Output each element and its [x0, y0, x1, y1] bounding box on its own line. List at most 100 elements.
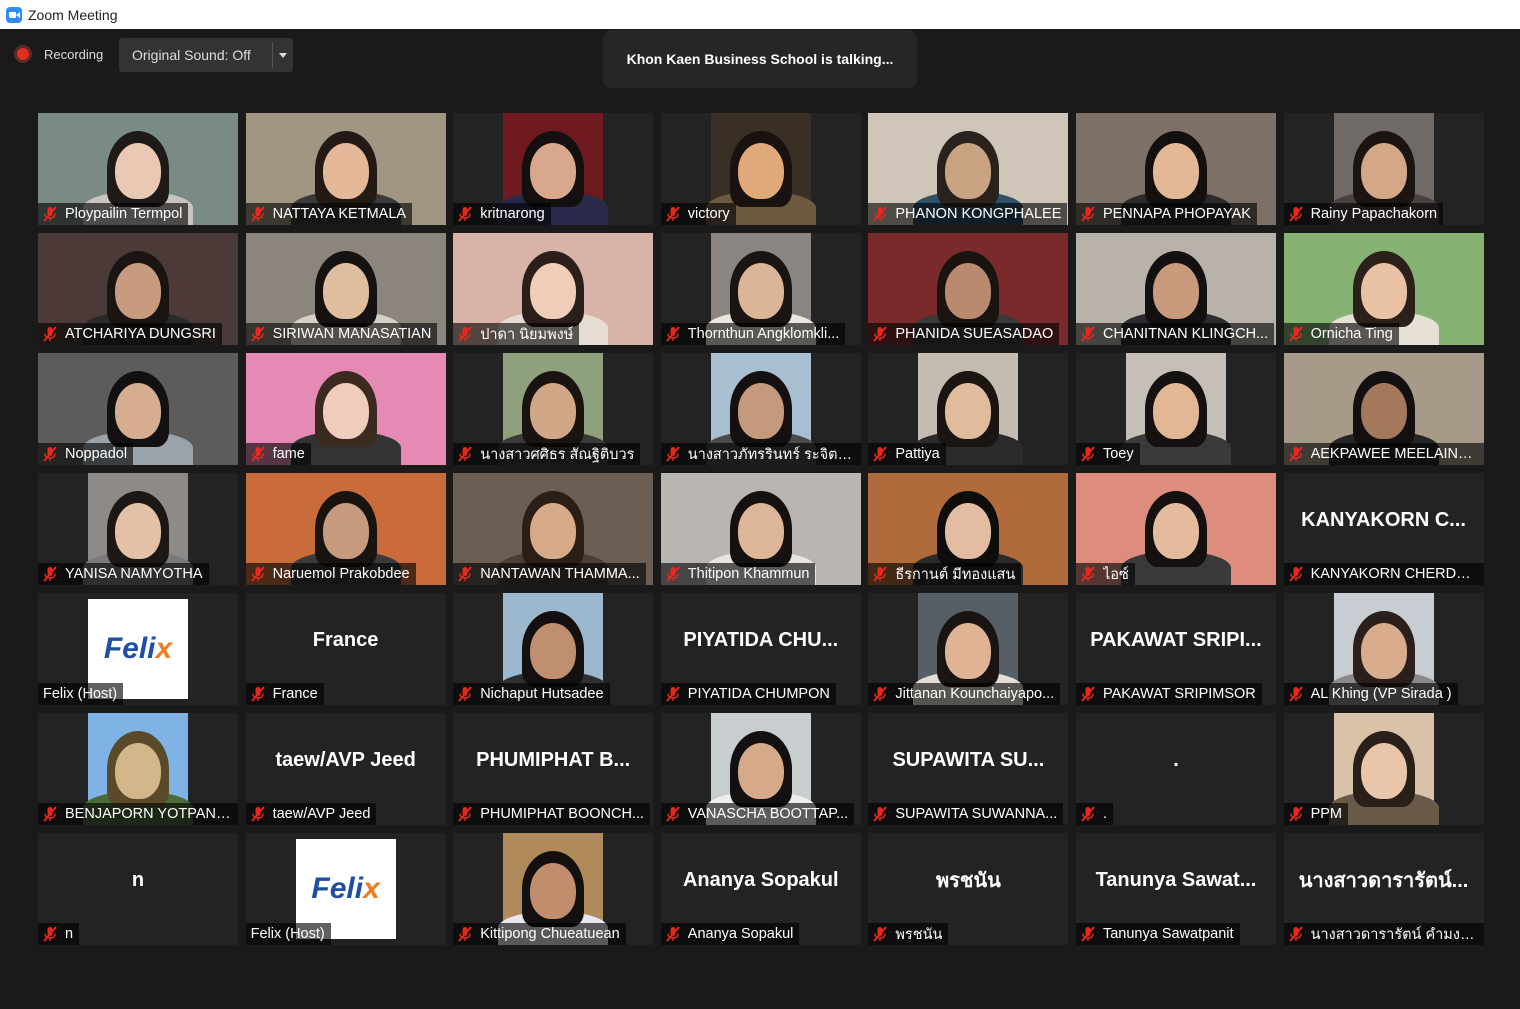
- muted-mic-icon: [1288, 926, 1304, 942]
- participant-tile[interactable]: Tanunya Sawat... Tanunya Sawatpanit: [1075, 833, 1276, 945]
- participant-name-label: Jittanan Kounchaiyapo...: [868, 683, 1061, 705]
- participant-tile[interactable]: Rainy Papachakorn: [1283, 113, 1484, 225]
- participant-tile[interactable]: Feli x Felix (Host): [245, 833, 446, 945]
- participant-tile[interactable]: fame: [245, 353, 446, 465]
- participant-name: Pattiya: [895, 446, 940, 462]
- participant-tile[interactable]: Ploypailin Termpol: [38, 113, 238, 225]
- participant-name: Ananya Sopakul: [687, 926, 794, 942]
- participant-name-label: นางสาวดารารัตน์ คำมงคล: [1283, 923, 1484, 945]
- participant-tile[interactable]: นางสาวภัทรรินทร์ ระจิตด...: [660, 353, 861, 465]
- participant-tile[interactable]: VANASCHA BOOTTAP...: [660, 713, 861, 825]
- participant-name: victory: [687, 206, 730, 222]
- participant-name-label: Ananya Sopakul: [660, 923, 800, 945]
- muted-mic-icon: [1080, 806, 1096, 822]
- participant-tile[interactable]: CHANITNAN KLINGCH...: [1075, 233, 1276, 345]
- participant-name: kritnarong: [480, 206, 545, 222]
- participant-name: Naruemol Prakobdee: [272, 566, 410, 582]
- participant-tile[interactable]: PHANIDA SUEASADAO: [868, 233, 1069, 345]
- participant-name-label: Ornicha Ting: [1283, 323, 1399, 345]
- participant-tile[interactable]: NANTAWAN THAMMA...: [453, 473, 654, 585]
- participant-name-label: PPM: [1283, 803, 1348, 825]
- participant-display-name: KANYAKORN C...: [1301, 508, 1466, 531]
- participant-tile[interactable]: ..: [1075, 713, 1276, 825]
- participant-tile[interactable]: victory: [660, 113, 861, 225]
- participant-name-label: นางสาวศศิธร สัณฐิติบวร: [453, 443, 641, 465]
- participant-tile[interactable]: Thitipon Khammun: [660, 473, 861, 585]
- participant-tile[interactable]: Feli x Felix (Host): [38, 593, 238, 705]
- participant-tile[interactable]: Pattiya: [868, 353, 1069, 465]
- participant-name: taew/AVP Jeed: [272, 806, 371, 822]
- participant-tile[interactable]: ไอซ์: [1075, 473, 1276, 585]
- participant-display-name: taew/AVP Jeed: [275, 748, 416, 771]
- participant-tile[interactable]: ปาดา นิยมพงษ์: [453, 233, 654, 345]
- participant-name-label: Thitipon Khammun: [660, 563, 816, 585]
- participant-tile[interactable]: KANYAKORN C... KANYAKORN CHERDSRI: [1283, 473, 1484, 585]
- participant-name-label: PHANON KONGPHALEE: [868, 203, 1068, 225]
- participant-name-label: victory: [660, 203, 736, 225]
- participant-name: Toey: [1102, 446, 1134, 462]
- participant-tile[interactable]: France France: [245, 593, 446, 705]
- participant-display-name: Ananya Sopakul: [682, 868, 839, 891]
- participant-name-label: ATCHARIYA DUNGSRI: [38, 323, 222, 345]
- active-speaker-text: Khon Kaen Business School is talking...: [626, 51, 894, 67]
- participant-name: Ornicha Ting: [1310, 326, 1393, 342]
- muted-mic-icon: [1080, 206, 1096, 222]
- muted-mic-icon: [1080, 326, 1096, 342]
- participant-tile[interactable]: นางสาวดารารัตน์... นางสาวดารารัตน์ คำมงคล: [1283, 833, 1484, 945]
- participant-tile[interactable]: นางสาวศศิธร สัณฐิติบวร: [453, 353, 654, 465]
- participant-name-label: Kittipong Chueatuean: [453, 923, 626, 945]
- participant-tile[interactable]: Nichaput Hutsadee: [453, 593, 654, 705]
- participant-tile[interactable]: kritnarong: [453, 113, 654, 225]
- participant-name: NANTAWAN THAMMA...: [480, 566, 640, 582]
- participant-tile[interactable]: Thornthun Angklomkli...: [660, 233, 861, 345]
- participant-tile[interactable]: Naruemol Prakobdee: [245, 473, 446, 585]
- original-sound-button[interactable]: Original Sound: Off: [119, 38, 293, 72]
- participant-name: Nichaput Hutsadee: [480, 686, 604, 702]
- muted-mic-icon: [1288, 566, 1304, 582]
- participant-tile[interactable]: PHUMIPHAT B... PHUMIPHAT BOONCH...: [453, 713, 654, 825]
- participant-tile[interactable]: Noppadol: [38, 353, 238, 465]
- participant-tile[interactable]: Toey: [1075, 353, 1276, 465]
- participant-tile[interactable]: SIRIWAN MANASATIAN: [245, 233, 446, 345]
- participant-name-label: kritnarong: [453, 203, 551, 225]
- participant-name-label: PIYATIDA CHUMPON: [660, 683, 836, 705]
- participant-tile[interactable]: PAKAWAT SRIPI... PAKAWAT SRIPIMSOR: [1075, 593, 1276, 705]
- muted-mic-icon: [1288, 446, 1304, 462]
- participant-tile[interactable]: พรชนัน พรชนัน: [868, 833, 1069, 945]
- participant-tile[interactable]: BENJAPORN YOTPANYA: [38, 713, 238, 825]
- participant-tile[interactable]: AEKPAWEE MEELAING...: [1283, 353, 1484, 465]
- participant-tile[interactable]: Ornicha Ting: [1283, 233, 1484, 345]
- participant-name: PHANON KONGPHALEE: [895, 206, 1062, 222]
- participant-display-name: PHUMIPHAT B...: [476, 748, 631, 771]
- muted-mic-icon: [665, 806, 681, 822]
- participant-display-name: นางสาวดารารัตน์...: [1298, 870, 1469, 892]
- participant-tile[interactable]: ATCHARIYA DUNGSRI: [38, 233, 238, 345]
- participant-display-name: พรชนัน: [935, 870, 1001, 892]
- participant-tile[interactable]: ธีรกานต์ มีทองแสน: [868, 473, 1069, 585]
- participant-name: SUPAWITA SUWANNA...: [895, 806, 1058, 822]
- participant-tile[interactable]: nn: [38, 833, 238, 945]
- recording-indicator[interactable]: Recording: [14, 43, 103, 65]
- participant-tile[interactable]: SUPAWITA SU... SUPAWITA SUWANNA...: [868, 713, 1069, 825]
- muted-mic-icon: [250, 566, 266, 582]
- participant-tile[interactable]: PENNAPA PHOPAYAK: [1075, 113, 1276, 225]
- participant-tile[interactable]: AL Khing (VP Sirada ): [1283, 593, 1484, 705]
- participant-tile[interactable]: Jittanan Kounchaiyapo...: [868, 593, 1069, 705]
- participant-tile[interactable]: Kittipong Chueatuean: [453, 833, 654, 945]
- participant-tile[interactable]: YANISA NAMYOTHA: [38, 473, 238, 585]
- muted-mic-icon: [872, 326, 888, 342]
- participant-name: France: [272, 686, 318, 702]
- participant-name-label: Nichaput Hutsadee: [453, 683, 610, 705]
- participant-tile[interactable]: PIYATIDA CHU... PIYATIDA CHUMPON: [660, 593, 861, 705]
- zoom-logo-icon: [6, 6, 22, 23]
- participant-tile[interactable]: Ananya Sopakul Ananya Sopakul: [660, 833, 861, 945]
- participant-tile[interactable]: taew/AVP Jeed taew/AVP Jeed: [245, 713, 446, 825]
- participant-tile[interactable]: PHANON KONGPHALEE: [868, 113, 1069, 225]
- participant-name: Kittipong Chueatuean: [480, 926, 620, 942]
- muted-mic-icon: [872, 686, 888, 702]
- participant-name: CHANITNAN KLINGCH...: [1102, 326, 1269, 342]
- chevron-down-icon[interactable]: [279, 53, 287, 58]
- participant-name-label: SUPAWITA SUWANNA...: [868, 803, 1064, 825]
- participant-tile[interactable]: PPM: [1283, 713, 1484, 825]
- participant-tile[interactable]: NATTAYA KETMALA: [245, 113, 446, 225]
